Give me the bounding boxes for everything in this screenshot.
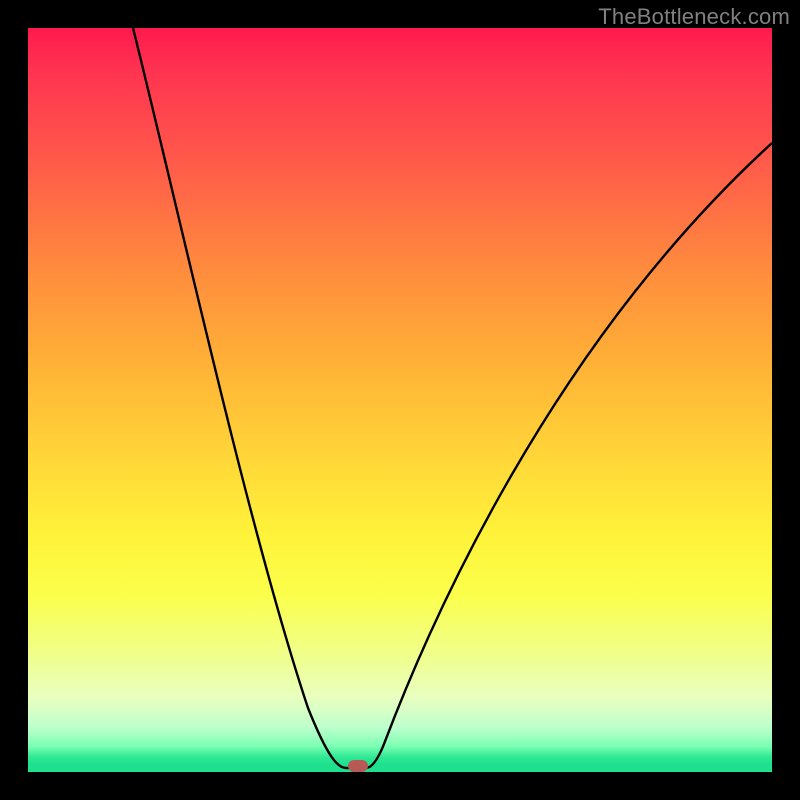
chart-frame: TheBottleneck.com <box>0 0 800 800</box>
curve-svg <box>28 28 772 772</box>
bottleneck-curve <box>133 28 772 768</box>
optimal-point-marker <box>348 760 368 772</box>
watermark-text: TheBottleneck.com <box>598 4 790 30</box>
plot-area <box>28 28 772 772</box>
